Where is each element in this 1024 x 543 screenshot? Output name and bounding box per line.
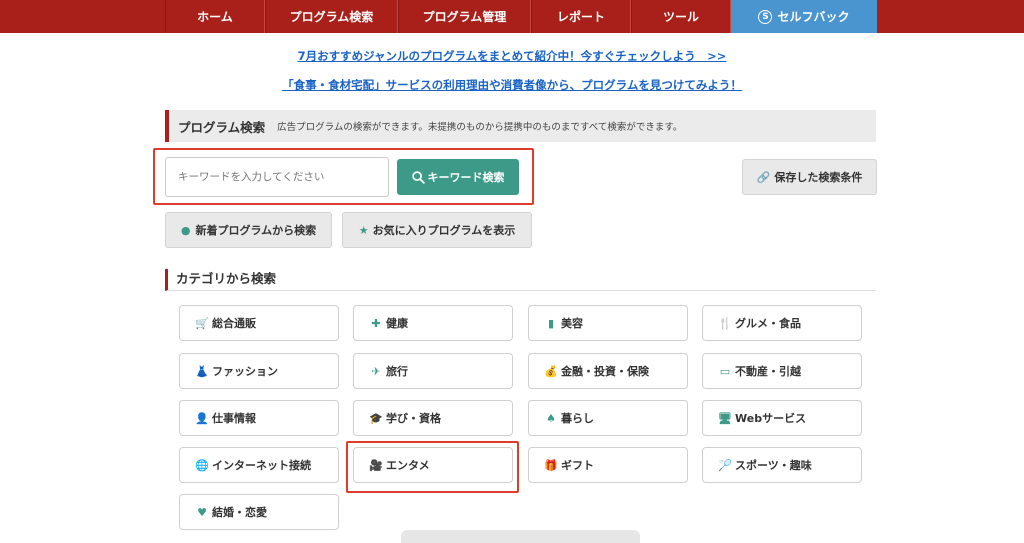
nav-tools[interactable]: ツール <box>631 0 731 33</box>
category-person[interactable]: 👤 仕事情報 <box>179 400 339 436</box>
category-first-aid[interactable]: ✚ 健康 <box>353 305 513 341</box>
nav-home-label: ホーム <box>197 10 233 24</box>
category-label: 金融・投資・保険 <box>561 365 649 378</box>
category-label: ギフト <box>561 459 594 472</box>
person-icon: 👤 <box>195 411 209 425</box>
favorites-button[interactable]: ★ お気に入りプログラムを表示 <box>342 212 532 248</box>
category-house[interactable]: ▭ 不動産・引越 <box>702 353 862 389</box>
tree-icon: ♠ <box>546 411 556 425</box>
category-dress[interactable]: 👗 ファッション <box>179 353 339 389</box>
category-label: 暮らし <box>561 412 594 425</box>
nav-selfback[interactable]: S セルフバック <box>731 0 877 33</box>
nav-selfback-label: セルフバック <box>777 10 850 24</box>
nav-report[interactable]: レポート <box>531 0 631 33</box>
category-label: 学び・資格 <box>386 412 441 425</box>
new-programs-button[interactable]: ● 新着プログラムから検索 <box>165 212 332 248</box>
nav-report-label: レポート <box>556 10 605 24</box>
nav-program-search[interactable]: プログラム検索 <box>265 0 398 33</box>
category-label: グルメ・食品 <box>735 317 801 330</box>
dress-icon: 👗 <box>195 364 209 378</box>
category-graduation-cap[interactable]: 🎓 学び・資格 <box>353 400 513 436</box>
promo-link-july[interactable]: 7月おすすめジャンルのプログラムをまとめて紹介中！今すぐチェックしよう >> <box>0 48 1024 64</box>
nav-program-manage-label: プログラム管理 <box>422 10 507 24</box>
category-globe[interactable]: 🌐 インターネット接続 <box>179 447 339 483</box>
section-description: 広告プログラムの検索ができます。未提携のものから提携中のものまですべて検索ができ… <box>277 122 683 133</box>
category-airplane[interactable]: ✈ 旅行 <box>353 353 513 389</box>
racket-icon: 🏸 <box>718 458 732 472</box>
graduation-cap-icon: 🎓 <box>369 411 383 425</box>
section-title: プログラム検索 <box>178 119 266 135</box>
monitor-icon: 🖥 <box>718 411 732 425</box>
category-cutlery[interactable]: 🍴 グルメ・食品 <box>702 305 862 341</box>
heart-icon: ♥ <box>197 505 207 519</box>
category-label: 総合通販 <box>212 317 256 330</box>
category-label: Webサービス <box>735 412 807 425</box>
keyword-input[interactable] <box>165 157 389 197</box>
house-icon: ▭ <box>719 364 731 378</box>
nav-program-search-label: プログラム検索 <box>289 10 374 24</box>
category-monitor[interactable]: 🖥 Webサービス <box>702 400 862 436</box>
category-gift[interactable]: 🎁 ギフト <box>528 447 688 483</box>
nav-home[interactable]: ホーム <box>165 0 265 33</box>
category-racket[interactable]: 🏸 スポーツ・趣味 <box>702 447 862 483</box>
category-label: 健康 <box>386 317 408 330</box>
keyword-search-button[interactable]: キーワード検索 <box>397 159 519 195</box>
lightbulb-icon: ● <box>180 223 191 237</box>
category-cart[interactable]: 🛒 総合通販 <box>179 305 339 341</box>
bottom-banner <box>401 530 640 543</box>
cutlery-icon: 🍴 <box>718 316 732 330</box>
first-aid-icon: ✚ <box>371 316 381 330</box>
favorites-label: お気に入りプログラムを表示 <box>372 224 516 237</box>
cart-icon: 🛒 <box>195 316 209 330</box>
paperclip-icon: 🔗 <box>756 170 771 184</box>
nav-program-manage[interactable]: プログラム管理 <box>398 0 531 33</box>
new-programs-label: 新着プログラムから検索 <box>195 224 317 237</box>
category-label: 不動産・引越 <box>735 365 801 378</box>
keyword-search-label: キーワード検索 <box>427 171 505 184</box>
category-label: 仕事情報 <box>212 412 256 425</box>
category-label: 結婚・恋愛 <box>212 506 267 519</box>
money-bag-icon: 💰 <box>544 364 558 378</box>
globe-icon: 🌐 <box>195 458 209 472</box>
airplane-icon: ✈ <box>371 364 381 378</box>
saved-conditions-button[interactable]: 🔗 保存した検索条件 <box>742 159 877 195</box>
star-icon: ★ <box>358 223 369 237</box>
top-nav: ホーム プログラム検索 プログラム管理 レポート ツール S セルフバック <box>0 0 1024 33</box>
gift-icon: 🎁 <box>544 458 558 472</box>
category-heart[interactable]: ♥ 結婚・恋愛 <box>179 494 339 530</box>
promo-link-food-delivery[interactable]: 「食事・食材宅配」サービスの利用理由や消費者像から、プログラムを見つけてみよう！ <box>0 77 1024 93</box>
entertainment-highlight <box>346 441 519 493</box>
category-label: 旅行 <box>386 365 408 378</box>
search-icon <box>411 170 425 184</box>
program-search-header: プログラム検索 広告プログラムの検索ができます。未提携のものから提携中のものまで… <box>165 110 876 142</box>
cosmetics-icon: ▮ <box>547 316 555 330</box>
nav-tools-label: ツール <box>662 10 699 24</box>
category-tree[interactable]: ♠ 暮らし <box>528 400 688 436</box>
saved-conditions-label: 保存した検索条件 <box>774 171 863 184</box>
category-label: スポーツ・趣味 <box>735 459 812 472</box>
selfback-icon: S <box>758 9 773 24</box>
category-heading: カテゴリから検索 <box>165 269 876 291</box>
category-money-bag[interactable]: 💰 金融・投資・保険 <box>528 353 688 389</box>
category-label: 美容 <box>561 317 583 330</box>
category-label: ファッション <box>212 365 278 378</box>
category-cosmetics[interactable]: ▮ 美容 <box>528 305 688 341</box>
category-label: インターネット接続 <box>212 459 311 472</box>
